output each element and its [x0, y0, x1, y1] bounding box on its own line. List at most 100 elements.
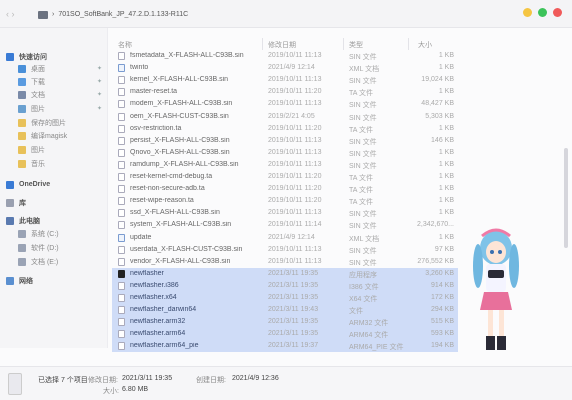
file-date: 2019/10/11 11:13 [268, 136, 322, 144]
file-type: SIN 文件 [349, 259, 377, 267]
column-header-size[interactable]: 大小 [418, 40, 432, 50]
column-divider[interactable] [408, 38, 409, 50]
file-row[interactable]: oem_X-FLASH-CUST-C93B.sin 2019/2/21 4:05 S… [112, 111, 458, 123]
file-row[interactable]: persist_X-FLASH-ALL-C93B.sin 2019/10/11 1… [112, 135, 458, 147]
sidebar-item[interactable]: 保存的图片 [0, 116, 108, 129]
pictures-icon [18, 104, 26, 113]
file-row[interactable]: twinto 2021/4/9 12:14 XML 文档 1 KB [112, 62, 458, 74]
sidebar-item[interactable]: 软件 (D:) [0, 241, 108, 254]
file-date: 2021/3/11 19:35 [268, 269, 319, 277]
anime-mascot-image [473, 228, 519, 350]
file-row[interactable]: master-reset.ta 2019/10/11 11:20 TA 文件 1 KB [112, 86, 458, 98]
file-size: 1 KB [438, 88, 454, 96]
file-name: twinto [130, 64, 149, 72]
file-size: 1 KB [438, 52, 454, 59]
file-name: vendor_X-FLASH-ALL-C93B.sin [130, 257, 231, 265]
selection-count: 已选择 7 个项目 [38, 377, 88, 384]
file-row[interactable]: newflasher.i386 2021/3/11 19:35 I386 文件 914… [112, 279, 458, 292]
file-size: 97 KB [434, 245, 454, 253]
sidebar-item[interactable]: 此电脑 [0, 214, 108, 227]
pin-icon[interactable]: ✦ [97, 65, 102, 72]
column-header-name[interactable]: 名称 [118, 40, 132, 50]
file-row[interactable]: modem_X-FLASH-ALL-C93B.sin 2019/10/11 11:… [112, 98, 458, 110]
file-type: ARM64 文件 [349, 332, 389, 340]
sidebar-item[interactable]: 网络 [0, 274, 108, 287]
file-row[interactable]: newflasher 2021/3/11 19:35 应用程序 3,260 KB [112, 267, 458, 280]
file-row[interactable]: kernel_X-FLASH-ALL-C93B.sin 2019/10/11 11… [112, 74, 458, 86]
file-row[interactable]: osv-restriction.ta 2019/10/11 11:20 TA 文件 1… [112, 123, 458, 135]
column-header-date[interactable]: 修改日期 [268, 40, 296, 50]
file-row[interactable]: newflasher.arm32 2021/3/11 19:35 ARM32 文件 5… [112, 316, 458, 329]
sidebar-item[interactable]: 图片 [0, 143, 108, 156]
file-row[interactable]: fsmetadata_X-FLASH-ALL-C93B.sin 2019/10/1… [112, 50, 458, 62]
file-row[interactable]: reset-non-secure-adb.ta 2019/10/11 11:20 T… [112, 183, 458, 195]
sidebar-item[interactable]: 编译magisk [0, 129, 108, 142]
file-name: master-reset.ta [130, 88, 178, 96]
scrollbar-thumb[interactable] [564, 148, 568, 248]
file-name: kernel_X-FLASH-ALL-C93B.sin [130, 76, 229, 84]
file-name: newflasher_darwin64 [130, 306, 197, 314]
file-row[interactable]: userdata_X-FLASH-CUST-C93B.sin 2019/10/11… [112, 244, 458, 256]
sidebar-item-label: 库 [19, 199, 26, 207]
column-header-type[interactable]: 类型 [349, 40, 363, 50]
sidebar-item[interactable]: 下载 ✦ [0, 75, 108, 88]
file-size: 1 KB [438, 209, 454, 217]
file-icon [118, 245, 125, 254]
file-row[interactable]: newflasher.arm64_pie 2021/3/11 19:37 ARM64… [112, 340, 458, 353]
file-name: newflasher.arm64_pie [130, 342, 199, 350]
file-type: SIN 文件 [349, 114, 377, 122]
file-size: 1 KB [438, 185, 454, 193]
sidebar-item-label: 文档 (E:) [31, 258, 59, 266]
file-date: 2019/10/11 11:13 [268, 160, 322, 168]
sidebar-item[interactable]: 音乐 [0, 157, 108, 170]
file-row[interactable]: newflasher_darwin64 2021/3/11 19:43 文件 294 … [112, 304, 458, 317]
sidebar-item[interactable]: 桌面 ✦ [0, 62, 108, 75]
maximize-button[interactable] [538, 8, 547, 17]
created-label: 创建日期: [196, 377, 226, 384]
file-type: TA 文件 [349, 199, 373, 207]
file-row[interactable]: ramdump_X-FLASH-ALL-C93B.sin 2019/10/11 1… [112, 159, 458, 171]
file-row[interactable]: ssd_X-FLASH-ALL-C93B.sin 2019/10/11 11:13… [112, 207, 458, 219]
sidebar-item[interactable]: 图片 ✦ [0, 102, 108, 115]
column-divider[interactable] [343, 38, 344, 50]
file-row[interactable]: newflasher.arm64 2021/3/11 19:35 ARM64 文件 5… [112, 328, 458, 341]
nav-back-icon[interactable]: ‹ › [6, 9, 15, 19]
file-date: 2021/3/11 19:35 [268, 281, 319, 289]
address-bar[interactable]: › 701SO_SoftBank_JP_47.2.D.1.133-R11C [38, 7, 498, 22]
sidebar-item[interactable]: 文档 (E:) [0, 255, 108, 268]
file-row[interactable]: system_X-FLASH-ALL-C93B.sin 2019/10/11 11… [112, 219, 458, 231]
sidebar-item[interactable]: OneDrive [0, 178, 108, 191]
pin-icon[interactable]: ✦ [97, 91, 102, 98]
file-row[interactable]: reset-wipe-reason.ta 2019/10/11 11:20 TA 文… [112, 195, 458, 207]
sidebar-item[interactable]: 库 [0, 196, 108, 209]
drive-icon [18, 229, 26, 238]
file-size: 48,427 KB [421, 100, 454, 108]
file-name: reset-kernel-cmd-debug.ta [130, 173, 213, 180]
network-icon [6, 276, 14, 285]
sidebar-item[interactable]: 系统 (C:) [0, 227, 108, 240]
file-icon [118, 160, 125, 169]
vertical-scrollbar[interactable] [563, 38, 569, 368]
file-date: 2019/10/11 11:20 [268, 197, 322, 205]
file-size: 2,342,670... [417, 221, 454, 229]
desktop-icon [18, 64, 26, 73]
size-value: 6.80 MB [122, 386, 149, 393]
close-button[interactable] [553, 8, 562, 17]
column-divider[interactable] [262, 38, 263, 50]
file-icon [118, 76, 125, 85]
file-date: 2021/3/11 19:35 [268, 318, 319, 326]
file-row[interactable]: Qnovo_X-FLASH-ALL-C93B.sin 2019/10/11 11:… [112, 147, 458, 159]
sidebar-item-label: 文档 [31, 91, 45, 99]
file-row[interactable]: vendor_X-FLASH-ALL-C93B.sin 2019/10/11 11… [112, 256, 458, 268]
sidebar-item[interactable]: 文档 ✦ [0, 88, 108, 101]
file-size: 1 KB [438, 233, 454, 241]
minimize-button[interactable] [523, 8, 532, 17]
pin-icon[interactable]: ✦ [97, 105, 102, 112]
file-row[interactable]: reset-kernel-cmd-debug.ta 2019/10/11 11:2… [112, 171, 458, 183]
file-row[interactable]: update 2021/4/9 12:14 XML 文档 1 KB [112, 232, 458, 244]
pin-icon[interactable]: ✦ [97, 78, 102, 85]
details-pane: 已选择 7 个项目 修改日期: 2021/3/11 19:35 创建日期: 20… [0, 366, 572, 400]
file-icon [118, 209, 125, 218]
file-icon [118, 185, 125, 194]
file-row[interactable]: newflasher.x64 2021/3/11 19:35 X64 文件 172 K… [112, 292, 458, 304]
